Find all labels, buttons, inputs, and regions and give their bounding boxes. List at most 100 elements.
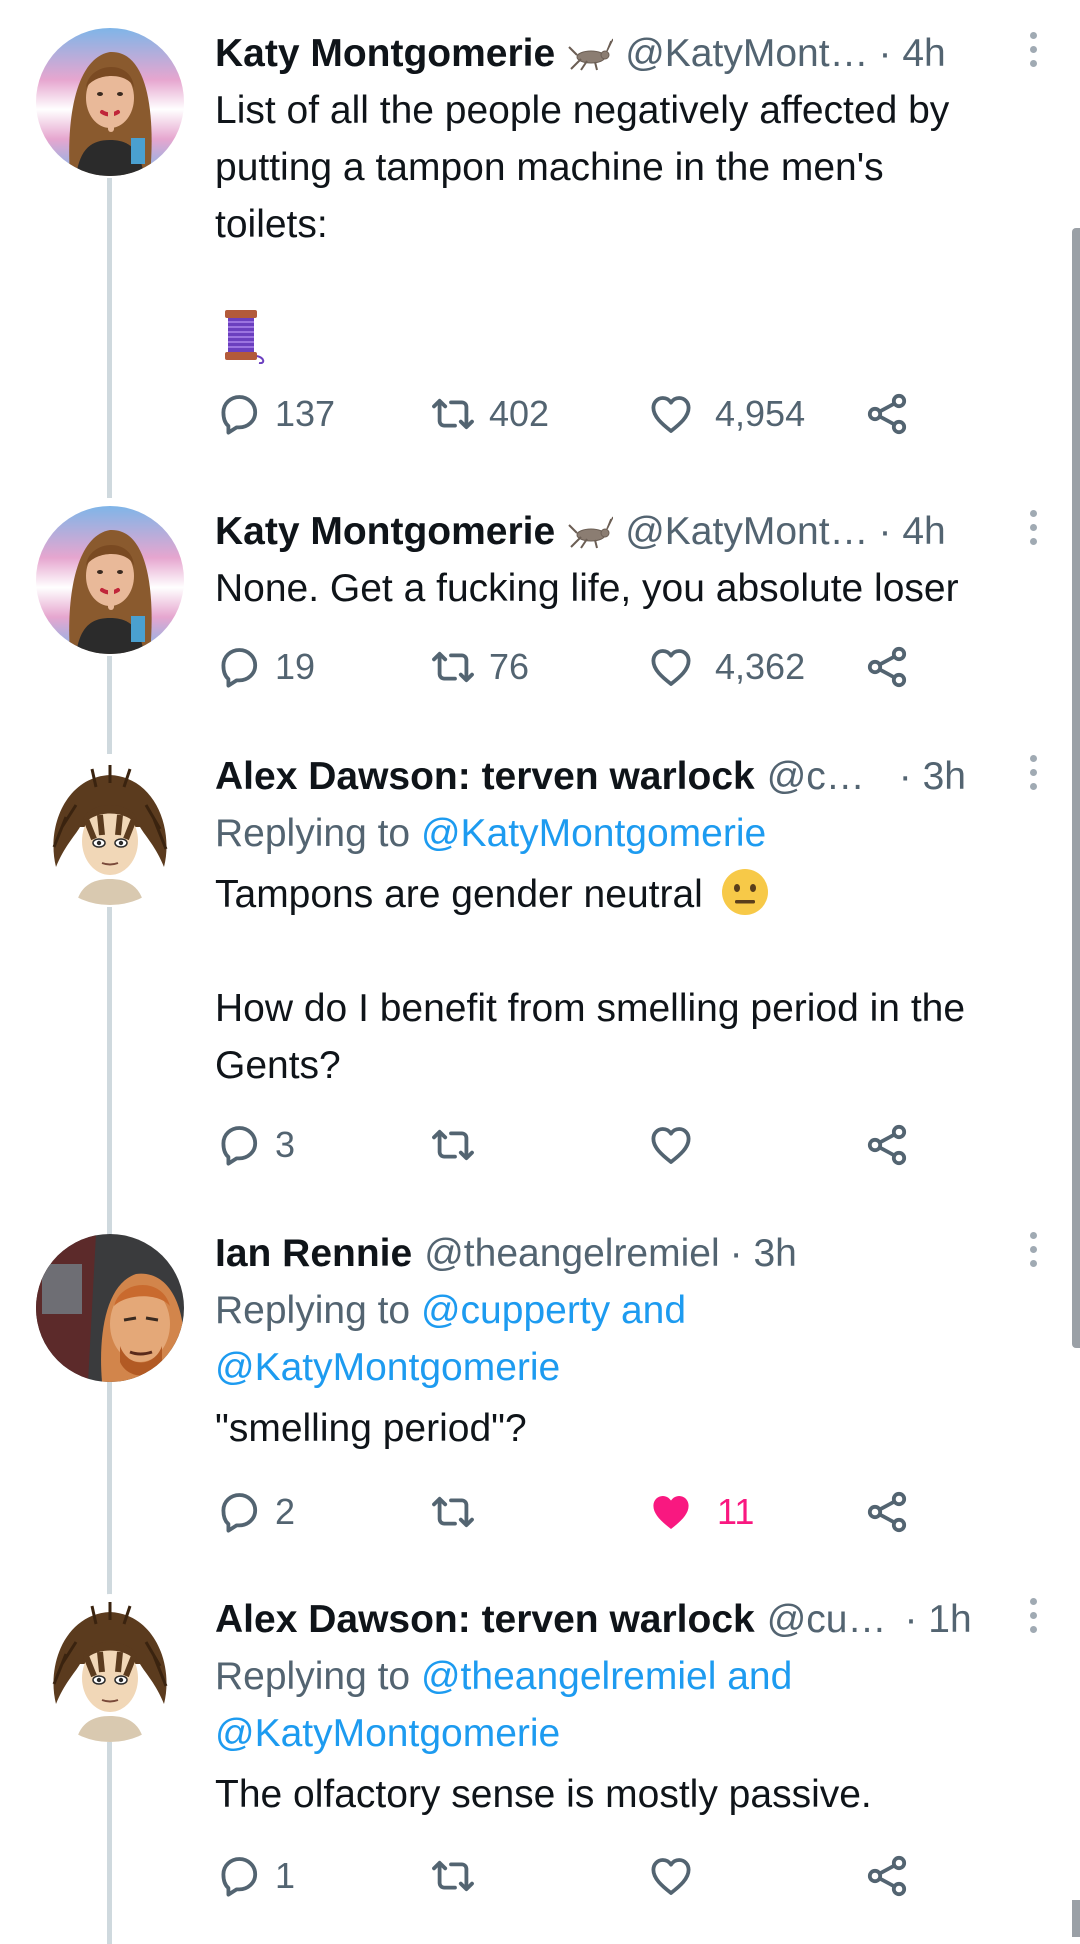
- more-options-icon[interactable]: [1028, 1598, 1038, 1640]
- tweet-actions: 2 11: [215, 1482, 935, 1542]
- tweet-actions: 3: [215, 1115, 935, 1175]
- user-handle[interactable]: @cu…: [767, 1598, 887, 1642]
- avatar[interactable]: [36, 757, 184, 905]
- scrollbar-thumb[interactable]: [1072, 228, 1080, 1348]
- thread-emoji: [215, 308, 275, 368]
- mention-link[interactable]: @KatyMontgomerie: [215, 1705, 1040, 1762]
- user-handle[interactable]: @KatyMont…: [625, 510, 868, 554]
- more-options-icon[interactable]: [1028, 755, 1038, 797]
- reply-button[interactable]: 2: [215, 1482, 295, 1542]
- reply-button[interactable]: 137: [215, 384, 335, 444]
- avatar[interactable]: [36, 28, 184, 176]
- reply-icon: [215, 643, 263, 691]
- like-button[interactable]: 4,362: [647, 637, 805, 697]
- replying-to: Replying to @cupperty and @KatyMontgomer…: [215, 1282, 1040, 1396]
- cricket-icon: [567, 37, 613, 71]
- share-button[interactable]: [863, 384, 911, 444]
- reply-button[interactable]: 3: [215, 1115, 295, 1175]
- more-options-icon[interactable]: [1028, 1232, 1038, 1274]
- retweet-button[interactable]: [429, 1482, 489, 1542]
- tweet-text: "smelling period"?: [215, 1407, 527, 1450]
- retweet-button[interactable]: 402: [429, 384, 549, 444]
- reply-icon: [215, 1488, 263, 1536]
- display-name[interactable]: Katy Montgomerie: [215, 32, 555, 76]
- avatar[interactable]: [36, 1594, 184, 1742]
- user-handle[interactable]: @KatyMont…: [625, 32, 868, 76]
- tweet-text: Tampons are gender neutral How do I bene…: [215, 866, 1040, 1094]
- neutral-face-emoji: [721, 869, 768, 915]
- tweet-actions: 137 402 4,954: [215, 384, 935, 444]
- thread-line: [107, 178, 112, 498]
- retweet-button[interactable]: [429, 1115, 489, 1175]
- tweet-actions: 19 76 4,362: [215, 637, 935, 697]
- scrollbar-track-end: [1072, 1900, 1080, 1937]
- retweet-icon: [429, 390, 477, 438]
- like-button[interactable]: [647, 1115, 707, 1175]
- tweet-header: Alex Dawson: terven warlock @cu… · 1h: [215, 1592, 1040, 1648]
- retweet-count: 402: [489, 393, 550, 434]
- replying-to: Replying to @KatyMontgomerie: [215, 812, 767, 855]
- thread-line: [107, 1744, 112, 1944]
- display-name[interactable]: Alex Dawson: terven warlock: [215, 755, 755, 799]
- heart-icon: [647, 390, 695, 438]
- like-count: 4,954: [715, 393, 806, 434]
- timestamp[interactable]: · 4h: [879, 32, 946, 76]
- heart-icon: [647, 1852, 695, 1900]
- timestamp[interactable]: · 4h: [879, 510, 946, 554]
- avatar[interactable]: [36, 1234, 184, 1382]
- tweet-header: Katy Montgomerie @KatyMont… · 4h: [215, 26, 1040, 82]
- user-handle[interactable]: @c…: [767, 755, 865, 799]
- display-name[interactable]: Ian Rennie: [215, 1232, 412, 1276]
- reply-icon: [215, 390, 263, 438]
- heart-filled-icon: [647, 1488, 695, 1536]
- more-options-icon[interactable]: [1028, 510, 1038, 552]
- share-button[interactable]: [863, 1482, 911, 1542]
- mention-link[interactable]: @KatyMontgomerie: [215, 1339, 1040, 1396]
- reply-count: 1: [275, 1855, 296, 1896]
- retweet-icon: [429, 1852, 477, 1900]
- retweet-count: 76: [489, 646, 530, 687]
- timestamp[interactable]: · 1h: [904, 1598, 971, 1642]
- share-icon: [863, 1121, 911, 1169]
- more-options-icon[interactable]: [1028, 32, 1038, 74]
- like-count: 4,362: [715, 646, 806, 687]
- share-button[interactable]: [863, 637, 911, 697]
- mention-link[interactable]: @KatyMontgomerie: [421, 812, 766, 855]
- avatar[interactable]: [36, 506, 184, 654]
- share-icon: [863, 1852, 911, 1900]
- tweet-actions: 1: [215, 1846, 935, 1906]
- like-button[interactable]: 4,954: [647, 384, 805, 444]
- tweet-text: None. Get a fucking life, you absolute l…: [215, 567, 959, 610]
- reply-count: 2: [275, 1491, 296, 1532]
- like-count: 11: [717, 1491, 755, 1532]
- like-button[interactable]: 11: [647, 1482, 754, 1542]
- share-button[interactable]: [863, 1846, 911, 1906]
- replying-to: Replying to @theangelremiel and @KatyMon…: [215, 1648, 1040, 1762]
- cricket-icon: [567, 515, 613, 549]
- tweet-header: Ian Rennie @theangelremiel · 3h: [215, 1226, 1040, 1282]
- reply-icon: [215, 1852, 263, 1900]
- reply-button[interactable]: 19: [215, 637, 315, 697]
- display-name[interactable]: Katy Montgomerie: [215, 510, 555, 554]
- timestamp[interactable]: · 3h: [730, 1232, 797, 1276]
- retweet-icon: [429, 1488, 477, 1536]
- heart-icon: [647, 1121, 695, 1169]
- mention-link[interactable]: @cupperty and: [421, 1289, 686, 1332]
- reply-count: 19: [275, 646, 316, 687]
- share-button[interactable]: [863, 1115, 911, 1175]
- retweet-icon: [429, 643, 477, 691]
- user-handle[interactable]: @theangelremiel: [424, 1232, 719, 1276]
- retweet-button[interactable]: 76: [429, 637, 529, 697]
- share-icon: [863, 1488, 911, 1536]
- display-name[interactable]: Alex Dawson: terven warlock: [215, 1598, 755, 1642]
- share-icon: [863, 390, 911, 438]
- retweet-button[interactable]: [429, 1846, 489, 1906]
- timestamp[interactable]: · 3h: [899, 755, 966, 799]
- reply-count: 137: [275, 393, 336, 434]
- like-button[interactable]: [647, 1846, 707, 1906]
- reply-button[interactable]: 1: [215, 1846, 295, 1906]
- heart-icon: [647, 643, 695, 691]
- thread-line: [107, 656, 112, 754]
- reply-icon: [215, 1121, 263, 1169]
- mention-link[interactable]: @theangelremiel and: [421, 1655, 792, 1698]
